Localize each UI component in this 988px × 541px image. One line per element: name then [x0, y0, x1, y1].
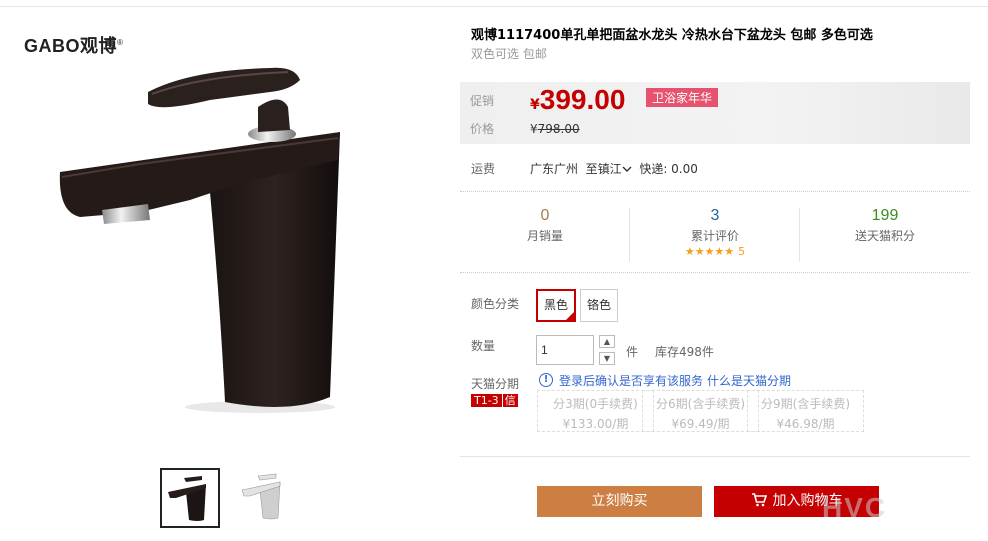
- buy-now-button[interactable]: 立刻购买: [537, 486, 702, 517]
- original-price-label: 价格: [470, 122, 495, 136]
- promo-badge[interactable]: 卫浴家年华: [646, 88, 719, 107]
- shipping-label: 运费: [471, 162, 496, 176]
- rating-stars: ★★★★★ 5: [684, 245, 746, 258]
- sku-option-black[interactable]: 黑色: [536, 289, 577, 322]
- shipping-from: 广东广州: [530, 162, 579, 176]
- shipping-info: 广东广州 至镇江 快递: 0.00: [530, 160, 698, 177]
- original-price: ¥798.00: [530, 122, 580, 136]
- product-subtitle: 双色可选 包邮: [471, 47, 547, 61]
- stat-monthly-sales: 0 月销量: [526, 207, 563, 243]
- thumbnail-chrome[interactable]: [236, 468, 296, 528]
- product-main-image: [40, 52, 380, 422]
- quantity-input[interactable]: [536, 335, 594, 365]
- shipping-method: 快递: 0.00: [639, 162, 698, 176]
- divider: [460, 272, 970, 273]
- selected-check-icon: [565, 311, 576, 321]
- stat-reviews[interactable]: 3 累计评价 ★★★★★ 5: [630, 207, 800, 258]
- promo-price: ¥399.00: [530, 84, 626, 115]
- watermark: HVC: [822, 492, 888, 523]
- installment-badge: T1-3 信: [471, 392, 518, 408]
- sku-label: 颜色分类: [471, 297, 520, 311]
- stock-count: 库存498件: [655, 345, 714, 359]
- cart-icon: [751, 492, 767, 506]
- installment-plan-6[interactable]: 分6期(含手续费) ¥69.49/期: [642, 390, 759, 432]
- sku-option-chrome[interactable]: 铬色: [580, 289, 619, 322]
- promo-price-label: 促销: [470, 94, 495, 108]
- price-panel: 促销 ¥399.00 卫浴家年华 价格 ¥798.00: [460, 82, 970, 144]
- product-title: 观博1117400单孔单把面盆水龙头 冷热水台下盆龙头 包邮 多色可选: [471, 28, 873, 43]
- installment-plan-9[interactable]: 分9期(含手续费) ¥46.98/期: [747, 390, 864, 432]
- quantity-decrease-button[interactable]: ▼: [599, 352, 615, 365]
- quantity-label: 数量: [471, 339, 496, 353]
- thumbnail-black[interactable]: [160, 468, 220, 528]
- quantity-increase-button[interactable]: ▲: [599, 335, 615, 348]
- stat-tmall-points: 199 送天猫积分: [854, 207, 915, 243]
- installment-help-link[interactable]: 什么是天猫分期: [707, 374, 791, 388]
- top-divider: [0, 6, 988, 7]
- installment-notice: 登录后确认是否享有该服务 什么是天猫分期: [559, 374, 792, 388]
- divider: [460, 191, 970, 192]
- installment-label: 天猫分期: [471, 377, 520, 391]
- divider: [460, 456, 970, 457]
- info-icon: !: [539, 373, 553, 387]
- chevron-down-icon: [622, 166, 632, 172]
- shipping-destination[interactable]: 至镇江: [586, 162, 632, 176]
- installment-plan-3[interactable]: 分3期(0手续费) ¥133.00/期: [537, 390, 654, 432]
- quantity-unit: 件: [626, 345, 639, 359]
